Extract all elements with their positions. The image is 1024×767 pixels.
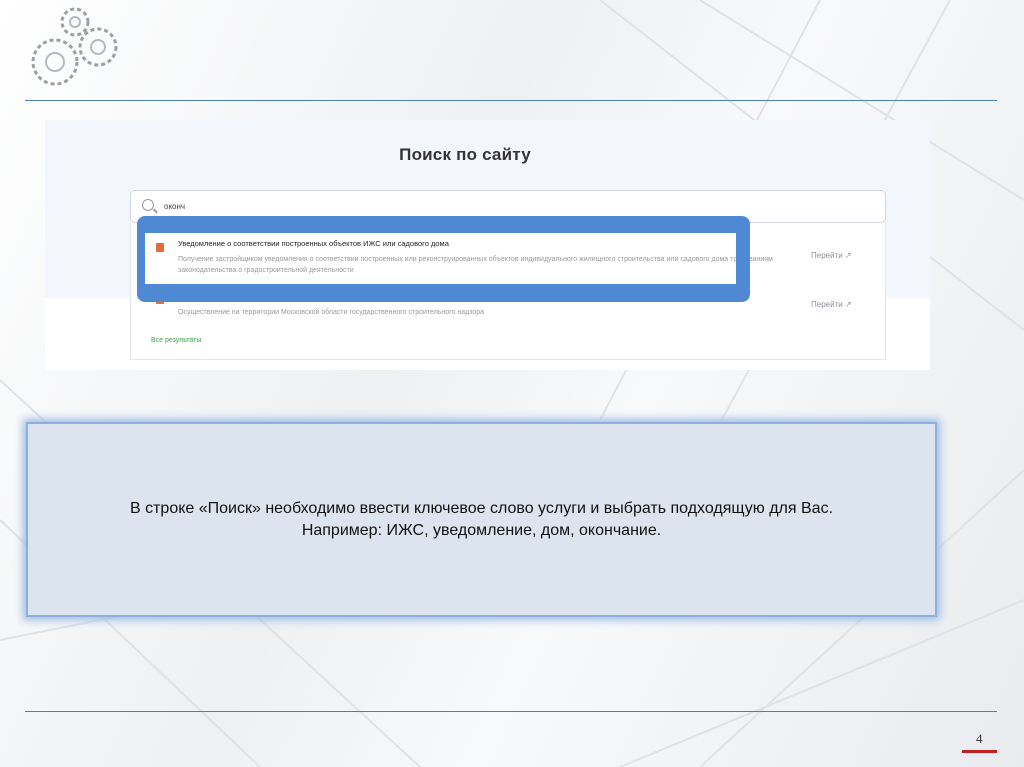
instruction-line-1: В строке «Поиск» необходимо ввести ключе… xyxy=(129,499,834,517)
highlight-frame xyxy=(137,216,750,302)
instruction-box: В строке «Поиск» необходимо ввести ключе… xyxy=(26,422,937,617)
go-link[interactable]: Перейти ↗ xyxy=(811,251,852,260)
search-page-title: Поиск по сайту xyxy=(399,145,531,164)
all-results-link[interactable]: Все результаты xyxy=(151,337,201,344)
top-rule xyxy=(25,100,997,101)
search-value: оконч xyxy=(164,202,186,211)
page-number-underline xyxy=(962,750,997,753)
go-link[interactable]: Перейти ↗ xyxy=(811,300,852,309)
page-number: 4 xyxy=(976,731,983,746)
instruction-line-2: Например: ИЖС, уведомление, дом, окончан… xyxy=(301,521,662,539)
background xyxy=(0,0,1024,767)
gears-logo xyxy=(31,7,118,86)
bottom-rule xyxy=(25,711,997,712)
background-lines xyxy=(0,0,1024,767)
search-icon xyxy=(142,199,154,211)
result-description: Осуществление на территории Московской о… xyxy=(178,309,485,316)
